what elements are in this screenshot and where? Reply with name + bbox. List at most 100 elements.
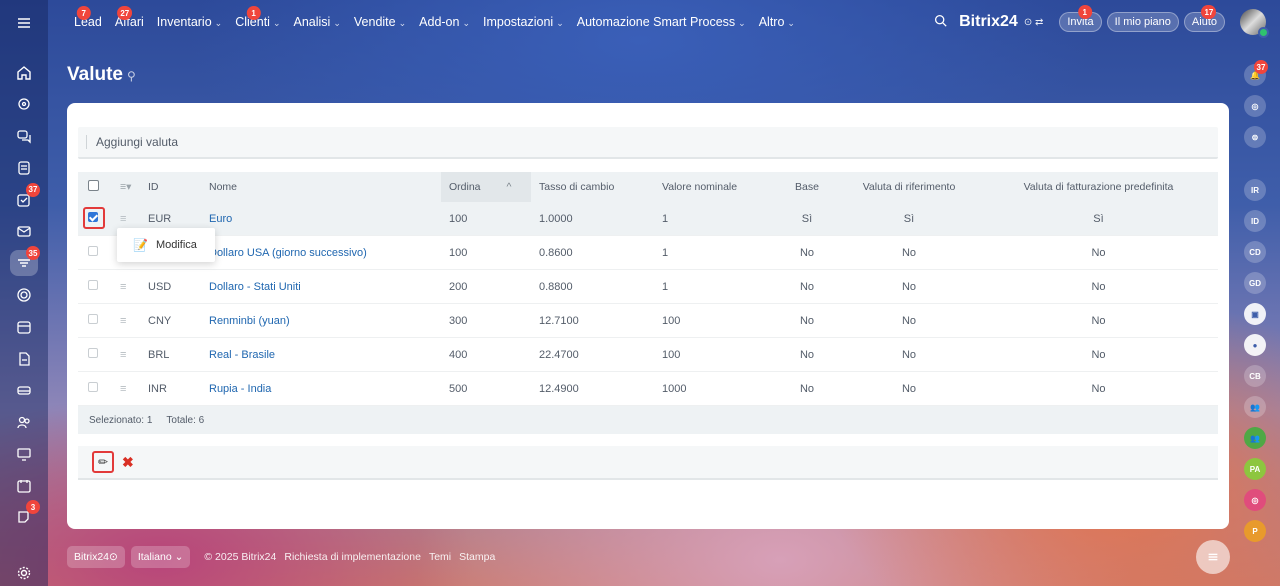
nav-item-automazione-smart-process[interactable]: Automazione Smart Process ⌄ <box>577 15 746 29</box>
tasks-icon[interactable]: 37 <box>10 182 40 213</box>
cell-name-link[interactable]: Real - Brasile <box>209 349 449 361</box>
main-menu: Lead 7 Affari 27 Inventario ⌄ Clienti ⌄ 1 Analisi… <box>74 6 808 29</box>
print-link[interactable]: Stampa <box>459 551 495 563</box>
row-menu-icon[interactable]: ≡ <box>108 383 148 395</box>
row-menu-icon[interactable]: ≡ <box>108 315 148 327</box>
contact-avatar-ir[interactable]: IR <box>1244 179 1266 201</box>
my-plan-button[interactable]: Il mio piano <box>1106 12 1179 32</box>
header-base[interactable]: Base <box>772 181 842 193</box>
row-checkbox[interactable] <box>88 246 98 256</box>
select-all-checkbox[interactable] <box>88 180 99 191</box>
feedback-icon[interactable]: 3 <box>10 500 40 530</box>
drive-icon[interactable] <box>10 377 38 403</box>
row-menu-icon[interactable]: ≡ <box>108 281 148 293</box>
table-row[interactable]: ≡ INR Rupia - India 500 12.4900 1000 No No No <box>78 372 1218 406</box>
mail-icon[interactable] <box>10 219 38 245</box>
edit-menu-item[interactable]: Modifica <box>156 239 197 251</box>
crm-icon[interactable]: 35 <box>10 246 40 277</box>
table-row[interactable]: ≡ USD Dollaro - Stati Uniti 200 0.8800 1 No No N… <box>78 270 1218 304</box>
table-row[interactable]: ≡ EUR Euro 100 1.0000 1 Sì Sì Sì <box>78 202 1218 236</box>
screen-icon[interactable] <box>10 441 38 467</box>
target-avatar-icon[interactable]: ◎ <box>1244 489 1266 511</box>
cell-base: Sì <box>801 212 813 225</box>
cell-name-link[interactable]: Rupia - India <box>209 383 449 395</box>
group-chat-icon[interactable]: ▣ <box>1244 303 1266 325</box>
team-avatar[interactable]: 👥 <box>1244 396 1266 418</box>
nav-item-add-on[interactable]: Add-on ⌄ <box>419 15 470 29</box>
feed-icon[interactable] <box>10 155 38 181</box>
chat-icon[interactable] <box>10 123 38 149</box>
row-checkbox[interactable] <box>88 280 98 290</box>
add-currency-button[interactable]: Aggiungi valuta <box>96 135 178 149</box>
nav-item-impostazioni[interactable]: Impostazioni ⌄ <box>483 15 564 29</box>
row-menu-icon[interactable]: ≡ <box>108 213 148 225</box>
pin-icon[interactable]: ⚲ <box>127 69 136 83</box>
header-invoice[interactable]: Valuta di fatturazione predefinita <box>976 181 1221 193</box>
contact-avatar-cd[interactable]: CD <box>1244 241 1266 263</box>
row-checkbox[interactable] <box>88 348 98 358</box>
edit-pencil-icon[interactable]: ✏ <box>92 451 114 473</box>
contact-photo-avatar[interactable]: ● <box>1244 334 1266 356</box>
nav-item-altro[interactable]: Altro ⌄ <box>759 15 795 29</box>
cell-name-link[interactable]: Dollaro - Stati Uniti <box>209 281 449 293</box>
header-name[interactable]: Nome <box>209 181 449 193</box>
invite-button[interactable]: Invita 1 <box>1059 5 1102 32</box>
table-row[interactable]: ≡USDDollaro USA (giorno successivo)1000.… <box>78 236 1218 270</box>
nav-item-inventario[interactable]: Inventario ⌄ <box>157 15 222 29</box>
messenger-icon[interactable]: ⊜ <box>1244 126 1266 148</box>
cell-name-link[interactable]: Renminbi (yuan) <box>209 315 449 327</box>
nav-item-affari[interactable]: Affari 27 <box>115 6 144 29</box>
copilot-chat-icon[interactable]: ◎ <box>1244 95 1266 117</box>
footer-brand-button[interactable]: Bitrix24 ⊙ <box>67 546 125 568</box>
contact-avatar-cb[interactable]: CB <box>1244 365 1266 387</box>
home-icon[interactable] <box>10 60 38 86</box>
table-row[interactable]: ≡ BRL Real - Brasile 400 22.4700 100 No No No <box>78 338 1218 372</box>
contact-avatar-id[interactable]: ID <box>1244 210 1266 232</box>
user-avatar[interactable] <box>1240 9 1269 38</box>
nav-item-vendite[interactable]: Vendite ⌄ <box>354 15 406 29</box>
toolbar-divider <box>86 135 87 149</box>
header-nominal[interactable]: Valore nominale <box>662 181 772 193</box>
cell-name-link[interactable]: Euro <box>209 213 449 225</box>
contact-avatar-p[interactable]: P <box>1244 520 1266 542</box>
chevron-down-icon: ⌄ <box>787 18 795 28</box>
header-reference[interactable]: Valuta di riferimento <box>842 181 976 193</box>
language-selector[interactable]: Italiano ⌄ <box>130 546 191 568</box>
header-rate[interactable]: Tasso di cambio <box>539 181 662 193</box>
column-settings-icon[interactable]: ≡▾ <box>108 181 148 193</box>
notifications-bell-icon[interactable]: 🔔 37 <box>1244 60 1268 86</box>
row-menu-icon[interactable]: ≡ <box>108 349 148 361</box>
help-button[interactable]: Aiuto 17 <box>1183 5 1225 32</box>
cell-name-link[interactable]: Dollaro USA (giorno successivo) <box>209 247 449 259</box>
header-order-cell[interactable]: Ordina ^ <box>441 172 539 202</box>
team-avatar-green[interactable]: 👥 <box>1244 427 1266 449</box>
calendar-icon[interactable] <box>10 314 38 340</box>
nav-item-clienti[interactable]: Clienti ⌄ 1 <box>235 6 281 29</box>
schedule-icon[interactable] <box>10 473 38 499</box>
contact-avatar-gd[interactable]: GD <box>1244 272 1266 294</box>
themes-link[interactable]: Temi <box>429 551 451 563</box>
search-icon[interactable] <box>934 14 947 30</box>
cell-order: 100 <box>449 212 468 225</box>
settings-gear-icon[interactable] <box>10 560 38 586</box>
implementation-link[interactable]: Richiesta di implementazione <box>284 551 421 563</box>
document-icon[interactable] <box>10 346 38 372</box>
quick-menu-button[interactable] <box>1196 540 1230 574</box>
employees-icon[interactable] <box>10 409 38 435</box>
copilot-icon[interactable] <box>10 92 38 118</box>
delete-icon[interactable]: ✖ <box>122 454 134 471</box>
clock-swap-icon[interactable]: ⊙ ⇄ <box>1024 17 1044 28</box>
row-checkbox[interactable] <box>88 382 98 392</box>
contact-avatar-pa[interactable]: PA <box>1244 458 1266 480</box>
row-checkbox[interactable] <box>88 314 98 324</box>
table-row[interactable]: ≡ CNY Renminbi (yuan) 300 12.7100 100 No No No <box>78 304 1218 338</box>
header-id[interactable]: ID <box>148 181 209 193</box>
nav-item-lead[interactable]: Lead 7 <box>74 6 102 29</box>
menu-icon[interactable] <box>10 10 38 36</box>
chevron-down-icon: ⌄ <box>214 18 223 28</box>
brand-logo[interactable]: Bitrix24 <box>959 13 1018 31</box>
action-bar: ✏ ✖ <box>78 446 1218 480</box>
nav-label: Impostazioni <box>483 15 554 29</box>
nav-item-analisi[interactable]: Analisi ⌄ <box>294 15 341 29</box>
target-icon[interactable] <box>10 282 38 308</box>
